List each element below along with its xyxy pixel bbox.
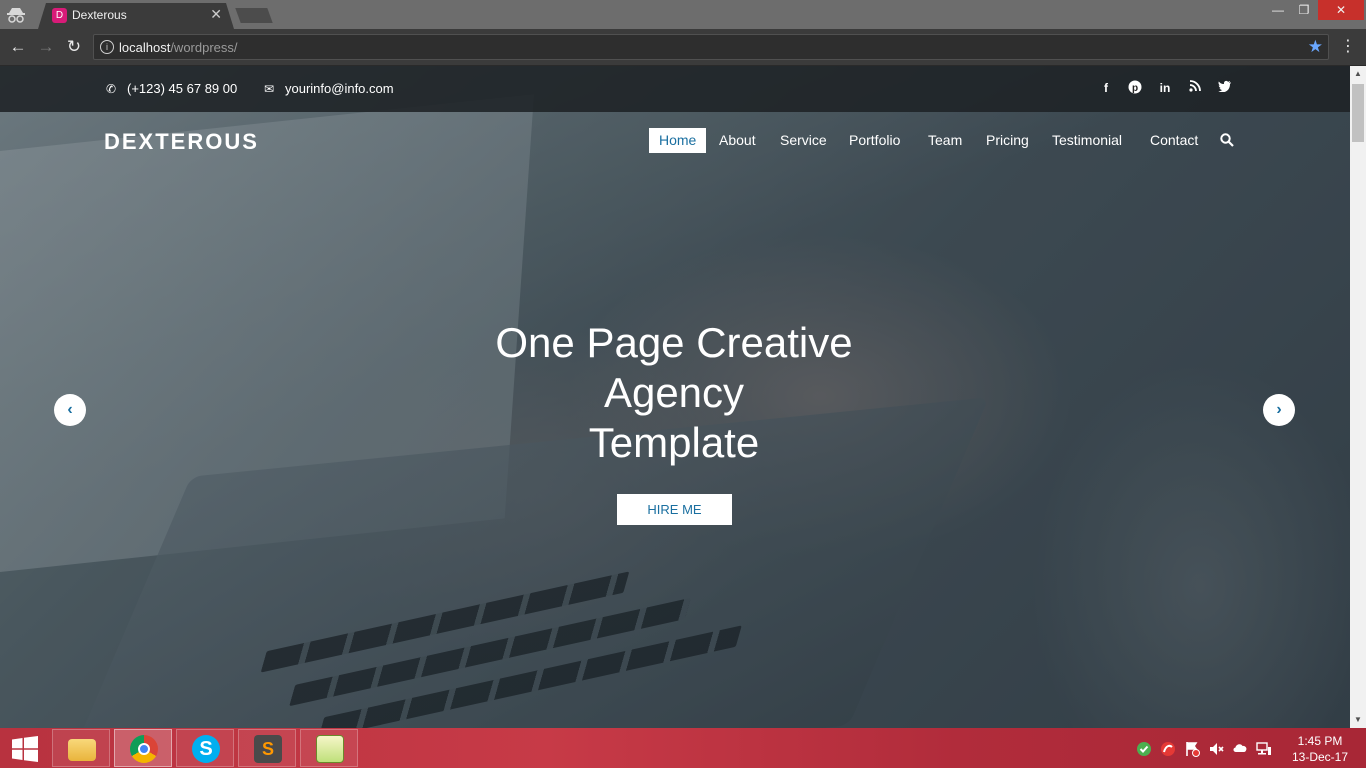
menu-item-about[interactable]: About (709, 128, 766, 153)
contact-phone[interactable]: ✆ (+123) 45 67 89 00 (104, 81, 237, 96)
scroll-up-arrow-icon[interactable]: ▲ (1350, 66, 1366, 82)
rss-icon[interactable] (1187, 80, 1203, 96)
skype-icon: S (192, 735, 220, 763)
system-clock[interactable]: 1:45 PM 13-Dec-17 (1290, 733, 1350, 765)
window-close-button[interactable]: ✕ (1318, 0, 1364, 20)
linkedin-icon[interactable]: in (1157, 80, 1173, 96)
menu-item-portfolio[interactable]: Portfolio (839, 128, 910, 153)
envelope-icon: ✉ (263, 82, 275, 96)
action-center-flag-icon[interactable] (1184, 741, 1200, 757)
scroll-down-arrow-icon[interactable]: ▼ (1350, 712, 1366, 728)
folder-icon (68, 739, 96, 761)
page-viewport: ✆ (+123) 45 67 89 00 ✉ yourinfo@info.com f… (0, 66, 1350, 728)
address-bar[interactable]: i localhost/wordpress/ ★ (93, 34, 1329, 60)
slider-prev-chevron-icon[interactable]: ‹ (54, 394, 86, 426)
notepad-plus-plus-icon (316, 735, 344, 763)
browser-tab[interactable]: D Dexterous ✕ (38, 3, 234, 29)
menu-item-service[interactable]: Service (770, 128, 837, 153)
windows-start-icon[interactable] (12, 736, 38, 762)
phone-icon: ✆ (105, 82, 117, 96)
clock-date: 13-Dec-17 (1291, 750, 1349, 764)
taskbar-file-explorer[interactable] (52, 729, 110, 767)
menu-item-contact[interactable]: Contact (1140, 128, 1208, 153)
url-host: localhost (119, 40, 171, 55)
site-info-icon[interactable]: i (100, 40, 114, 54)
menu-item-pricing[interactable]: Pricing (976, 128, 1039, 153)
browser-toolbar: ← → ↻ i localhost/wordpress/ ★ ⋮ (0, 29, 1366, 66)
url-path: /wordpress/ (170, 40, 238, 55)
hero-title: One Page Creative Agency Template (474, 318, 874, 468)
security-shield-icon[interactable] (1136, 741, 1152, 757)
twitter-icon[interactable] (1217, 80, 1233, 96)
browser-tabstrip: D Dexterous ✕ — ❐ ✕ (0, 0, 1366, 29)
tab-close-icon[interactable]: ✕ (210, 6, 222, 23)
forward-arrow-icon[interactable]: → (36, 37, 56, 57)
network-icon[interactable] (1256, 741, 1272, 757)
phone-text: (+123) 45 67 89 00 (127, 81, 238, 96)
taskbar-notepad-plus-plus[interactable] (300, 729, 358, 767)
menu-item-home[interactable]: Home (649, 128, 707, 153)
scrollbar-thumb[interactable] (1352, 84, 1364, 142)
volume-muted-icon[interactable] (1208, 741, 1224, 757)
antivirus-icon[interactable] (1160, 741, 1176, 757)
windows-taskbar: S S 1:45 PM 13-Dec-17 (0, 728, 1366, 768)
bookmark-star-icon[interactable]: ★ (1308, 37, 1323, 57)
svg-text:p: p (1132, 83, 1138, 94)
hire-me-button[interactable]: HIRE ME (617, 494, 732, 525)
sublime-text-icon: S (254, 735, 282, 763)
onedrive-cloud-icon[interactable] (1232, 741, 1248, 757)
taskbar-skype[interactable]: S (176, 729, 234, 767)
site-topbar: ✆ (+123) 45 67 89 00 ✉ yourinfo@info.com f… (0, 66, 1350, 112)
browser-menu-icon[interactable]: ⋮ (1340, 37, 1356, 57)
chrome-icon (130, 735, 158, 763)
hero-title-line: Agency (603, 369, 745, 416)
search-icon[interactable] (1220, 133, 1234, 147)
clock-time: 1:45 PM (1297, 734, 1343, 748)
page-scrollbar[interactable]: ▲ ▼ (1350, 66, 1366, 728)
site-logo[interactable]: DEXTEROUS (104, 129, 259, 155)
window-restore-button[interactable]: ❐ (1294, 0, 1314, 20)
site-favicon-icon: D (52, 8, 67, 23)
taskbar-chrome[interactable] (114, 729, 172, 767)
menu-item-testimonial[interactable]: Testimonial (1042, 128, 1132, 153)
window-minimize-button[interactable]: — (1268, 0, 1288, 20)
contact-email[interactable]: ✉ yourinfo@info.com (262, 81, 394, 96)
slider-next-chevron-icon[interactable]: › (1263, 394, 1295, 426)
new-tab-button[interactable] (235, 8, 273, 23)
menu-item-team[interactable]: Team (918, 128, 972, 153)
reload-icon[interactable]: ↻ (64, 37, 84, 57)
back-arrow-icon[interactable]: ← (8, 37, 28, 57)
email-text: yourinfo@info.com (285, 81, 394, 96)
incognito-icon (6, 6, 26, 24)
url-text[interactable]: localhost/wordpress/ (119, 40, 238, 55)
hero-title-line: Template (588, 419, 760, 466)
pinterest-icon[interactable]: p (1127, 80, 1143, 96)
facebook-icon[interactable]: f (1098, 80, 1114, 96)
hero-title-line: One Page Creative (495, 319, 853, 366)
tab-title: Dexterous (72, 8, 127, 22)
taskbar-sublime-text[interactable]: S (238, 729, 296, 767)
